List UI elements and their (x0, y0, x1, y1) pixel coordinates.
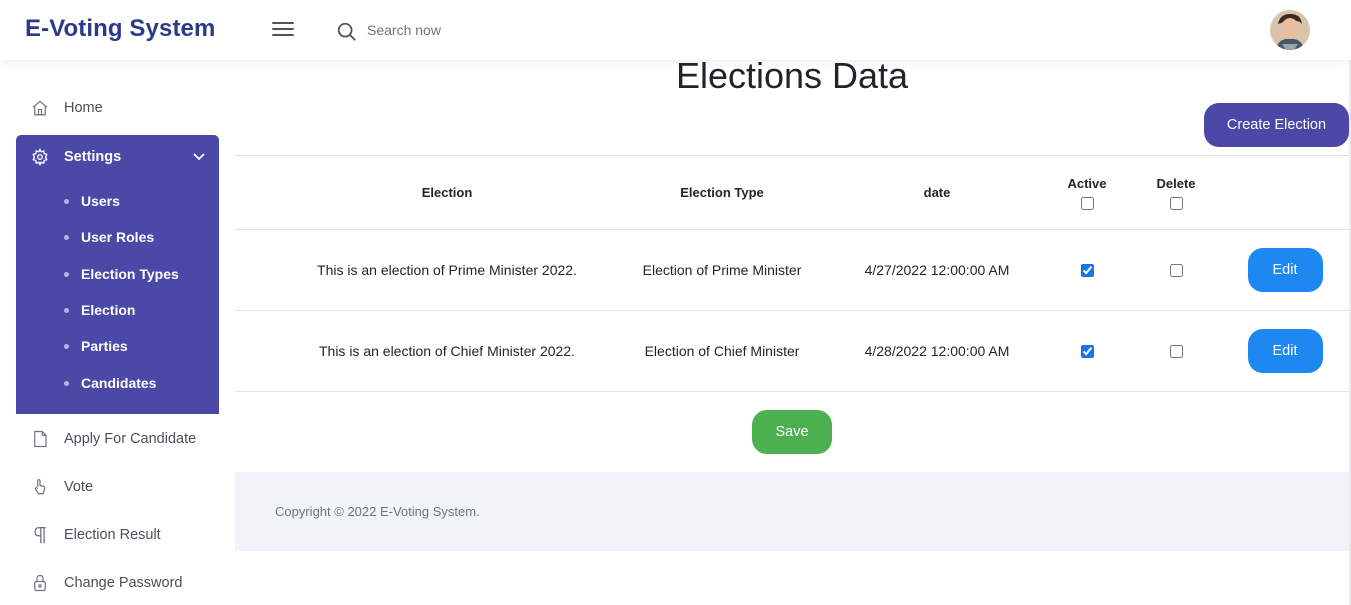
bullet-icon (64, 307, 69, 313)
sidebar-item-home[interactable]: Home (16, 88, 219, 128)
delete-cell (1135, 311, 1217, 391)
election-cell: This is an election of Prime Minister 20… (317, 262, 577, 278)
edit-button[interactable]: Edit (1247, 329, 1323, 373)
sidebar-item-election-result[interactable]: Election Result (16, 515, 219, 555)
sidebar-subitem-candidates[interactable]: Candidates (64, 371, 156, 395)
sidebar-subitem-users[interactable]: Users (64, 189, 120, 213)
edit-cell: Edit (1240, 311, 1330, 391)
sidebar-subitem-label: Parties (81, 338, 128, 354)
sidebar-item-label: Change Password (64, 575, 183, 591)
sidebar-subitem-parties[interactable]: Parties (64, 334, 128, 358)
active-cell (1049, 311, 1125, 391)
gear-icon (16, 148, 64, 166)
sidebar-subitem-label: User Roles (81, 229, 155, 245)
copyright-text: Copyright © 2022 E-Voting System. (275, 504, 480, 519)
sidebar-item-label: Apply For Candidate (64, 431, 197, 447)
column-header-election-type: Election Type (680, 185, 764, 200)
save-button[interactable]: Save (752, 410, 832, 454)
column-header-delete-label: Delete (1156, 175, 1196, 191)
sidebar-subitem-label: Users (81, 193, 120, 209)
date-cell: 4/27/2022 12:00:00 AM (864, 262, 1010, 278)
home-icon (16, 99, 64, 117)
file-icon (16, 430, 64, 448)
date-cell: 4/28/2022 12:00:00 AM (864, 343, 1010, 359)
election-cell: This is an election of Chief Minister 20… (318, 343, 575, 359)
column-header-election: Election (421, 185, 473, 200)
chevron-down-icon (179, 152, 219, 162)
pilcrow-icon (16, 526, 64, 544)
create-election-button[interactable]: Create Election (1204, 103, 1349, 147)
active-cell (1049, 230, 1125, 310)
select-all-delete-checkbox[interactable] (1169, 196, 1183, 210)
table-bottom-border (235, 391, 1349, 392)
sidebar-item-label: Settings (64, 149, 122, 165)
table-header-row: Election Election Type date Active Delet… (235, 155, 1349, 229)
avatar[interactable] (1270, 10, 1310, 50)
sidebar-item-label: Election Result (64, 527, 161, 543)
edit-button[interactable]: Edit (1247, 248, 1323, 292)
election-type-cell: Election of Prime Minister (642, 262, 802, 278)
sidebar-subitem-label: Election (81, 302, 136, 318)
bullet-icon (64, 343, 69, 349)
lock-icon (16, 574, 64, 592)
menu-toggle-icon[interactable] (272, 22, 294, 40)
footer: Copyright © 2022 E-Voting System. (235, 472, 1349, 551)
column-header-date: date (923, 185, 951, 200)
election-type-cell: Election of Chief Minister (644, 343, 800, 359)
sidebar-item-apply-for-candidate[interactable]: Apply For Candidate (16, 419, 219, 459)
sidebar-subitem-election[interactable]: Election (64, 298, 135, 322)
sidebar-item-label: Home (64, 100, 103, 116)
hand-pointer-icon (16, 478, 64, 496)
active-checkbox[interactable] (1080, 263, 1094, 277)
sidebar: Home Settings Users User Roles Election … (0, 60, 235, 605)
bullet-icon (64, 198, 69, 204)
column-header-active-label: Active (1067, 175, 1107, 191)
active-checkbox[interactable] (1080, 344, 1094, 358)
sidebar-item-settings[interactable]: Settings (16, 135, 219, 179)
bullet-icon (64, 271, 69, 277)
top-bar: E-Voting System (0, 0, 1351, 60)
table-row: This is an election of Prime Minister 20… (235, 229, 1349, 310)
column-header-delete: Delete (1135, 156, 1217, 229)
delete-cell (1135, 230, 1217, 310)
edit-cell: Edit (1240, 230, 1330, 310)
sidebar-subitem-label: Candidates (81, 375, 157, 391)
page-title: Elections Data (675, 55, 909, 96)
app-title[interactable]: E-Voting System (25, 15, 215, 43)
sidebar-subitem-election-types[interactable]: Election Types (64, 262, 179, 286)
sidebar-item-label: Vote (64, 479, 94, 495)
column-header-active: Active (1049, 156, 1125, 229)
search-icon (337, 22, 356, 41)
delete-checkbox[interactable] (1169, 263, 1183, 277)
sidebar-item-vote[interactable]: Vote (16, 467, 219, 507)
sidebar-subitem-label: Election Types (81, 266, 179, 282)
bullet-icon (64, 234, 69, 240)
search-input[interactable] (367, 18, 587, 42)
sidebar-settings-group: Settings Users User Roles Election Types… (16, 135, 219, 414)
delete-checkbox[interactable] (1169, 344, 1183, 358)
table-row: This is an election of Chief Minister 20… (235, 310, 1349, 391)
select-all-active-checkbox[interactable] (1080, 196, 1094, 210)
bullet-icon (64, 380, 69, 386)
sidebar-item-change-password[interactable]: Change Password (16, 563, 219, 603)
sidebar-subitem-user-roles[interactable]: User Roles (64, 225, 154, 249)
